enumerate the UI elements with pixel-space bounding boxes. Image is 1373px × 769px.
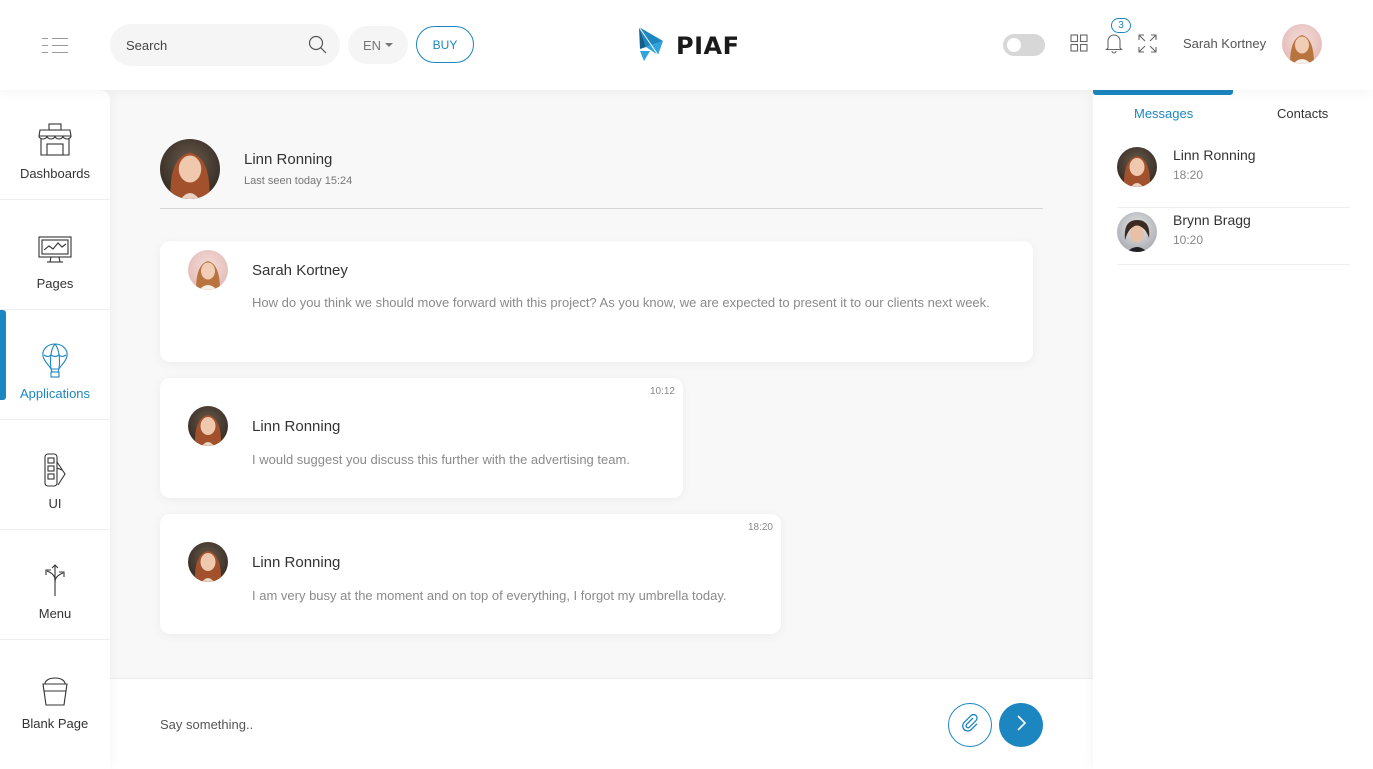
sidebar-item-label: Applications (19, 386, 91, 401)
last-seen-status: Last seen today 15:24 (244, 175, 353, 187)
sender-avatar (188, 250, 228, 290)
message-time: 18:20 (747, 522, 773, 533)
sidebar-item-label: Pages (36, 276, 74, 291)
main-sidebar: Dashboards Pages Applications UI Menu Bl… (0, 90, 110, 769)
search-icon[interactable] (308, 35, 328, 55)
menu-toggle-icon[interactable] (42, 36, 68, 54)
sidebar-item-menu[interactable]: Menu (0, 530, 110, 640)
logo[interactable]: PIAF (636, 26, 740, 66)
user-avatar[interactable] (1282, 24, 1322, 64)
tab-contacts[interactable]: Contacts (1277, 106, 1328, 121)
sidebar-item-applications[interactable]: Applications (0, 310, 110, 420)
logo-text: PIAF (676, 32, 740, 60)
caret-down-icon (385, 43, 394, 47)
language-dropdown[interactable]: EN (348, 26, 408, 64)
language-label: EN (362, 37, 382, 53)
chat-message: 10:12 Linn Ronning I would suggest you d… (160, 378, 683, 498)
chat-contact-name: Linn Ronning (244, 151, 333, 168)
user-name[interactable]: Sarah Kortney (1183, 36, 1266, 51)
active-tab-indicator (1093, 90, 1233, 95)
chat-contact-avatar[interactable] (160, 139, 220, 199)
conversation-time: 10:20 (1173, 233, 1204, 247)
message-text: I would suggest you discuss this further… (252, 452, 630, 467)
chat-message: Sarah Kortney How do you think we should… (160, 241, 1033, 362)
conversation-item[interactable]: Brynn Bragg 10:20 (1117, 208, 1350, 265)
color-swatch-icon (35, 452, 75, 488)
sidebar-item-blank-page[interactable]: Blank Page (0, 640, 110, 750)
paperclip-icon (960, 713, 980, 738)
sidebar-item-pages[interactable]: Pages (0, 200, 110, 310)
conversation-name: Brynn Bragg (1173, 212, 1251, 228)
top-navbar: EN BUY PIAF 3 (0, 0, 1373, 90)
sidebar-item-label: Blank Page (21, 716, 89, 731)
conversation-avatar (1117, 212, 1157, 252)
chat-message: 18:20 Linn Ronning I am very busy at the… (160, 514, 781, 634)
conversation-time: 18:20 (1173, 168, 1204, 182)
sender-avatar (188, 542, 228, 582)
apps-grid-icon[interactable] (1070, 34, 1088, 52)
notification-bell-icon[interactable] (1105, 32, 1123, 54)
theme-toggle[interactable] (1003, 34, 1045, 56)
logo-mark-icon (636, 25, 666, 68)
attach-button[interactable] (948, 703, 992, 747)
message-text: I am very busy at the moment and on top … (252, 588, 727, 603)
storefront-icon (35, 122, 75, 158)
conversations-panel: Messages Contacts Linn Ronning 18:20 Bry… (1093, 90, 1373, 769)
chevron-right-icon (1013, 714, 1029, 737)
buy-button[interactable]: BUY (416, 26, 474, 63)
bucket-icon (35, 672, 75, 708)
conversation-item[interactable]: Linn Ronning 18:20 (1117, 147, 1350, 208)
notification-count-badge: 3 (1111, 18, 1131, 33)
sender-name: Linn Ronning (252, 418, 341, 435)
sidebar-item-label: UI (48, 496, 62, 511)
sidebar-item-ui[interactable]: UI (0, 420, 110, 530)
sender-name: Linn Ronning (252, 554, 341, 571)
search-input[interactable] (126, 35, 296, 55)
send-button[interactable] (999, 703, 1043, 747)
search-box (110, 24, 340, 66)
chat-header-divider (160, 208, 1043, 209)
message-text: How do you think we should move forward … (252, 295, 990, 310)
sidebar-item-dashboards[interactable]: Dashboards (0, 90, 110, 200)
toggle-knob (1007, 38, 1021, 52)
conversation-name: Linn Ronning (1173, 147, 1256, 163)
air-balloon-icon (35, 342, 75, 378)
conversation-avatar (1117, 147, 1157, 187)
sender-avatar (188, 406, 228, 446)
message-time: 10:12 (649, 386, 675, 397)
sender-name: Sarah Kortney (252, 262, 348, 279)
tab-messages[interactable]: Messages (1134, 106, 1193, 121)
split-arrows-icon (35, 562, 75, 598)
fullscreen-icon[interactable] (1138, 34, 1157, 53)
sidebar-item-label: Menu (38, 606, 72, 621)
monitor-icon (35, 232, 75, 268)
message-input[interactable] (160, 714, 760, 734)
sidebar-item-label: Dashboards (19, 166, 91, 181)
message-composer (110, 678, 1093, 769)
